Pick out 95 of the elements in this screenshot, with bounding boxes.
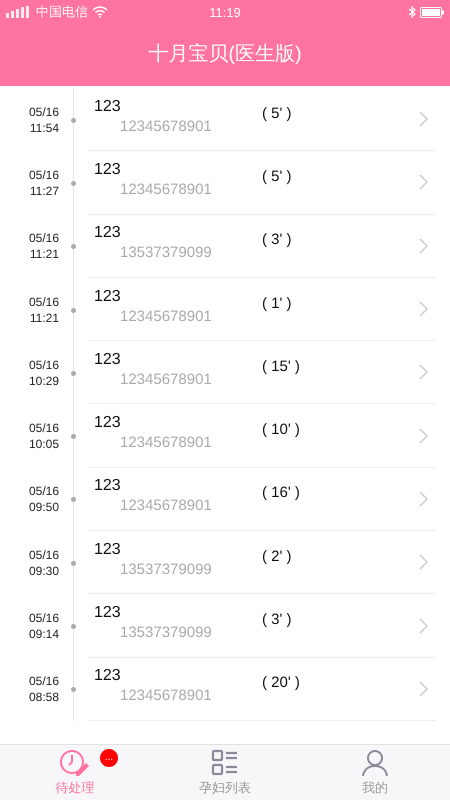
record-item[interactable]: 123 12345678901 ( 5' ) (88, 151, 436, 215)
timeline-dot (71, 370, 76, 376)
tab[interactable]: 待处理 ... (0, 745, 150, 800)
record-item[interactable]: 123 13537379099 ( 3' ) (88, 594, 436, 658)
record-time: 09:14 (28, 626, 59, 642)
chevron-right-icon (418, 111, 428, 128)
record-time: 11:27 (30, 182, 59, 199)
chevron-right-icon (418, 238, 428, 254)
record-time: 08:58 (28, 689, 59, 706)
patient-name: 123 (94, 350, 122, 369)
record-time: 09:50 (28, 499, 59, 516)
timeline-dot (71, 687, 76, 692)
record-time: 11:21 (30, 310, 59, 326)
clock-time: 11:19 (209, 4, 241, 20)
record-date: 05/16 (28, 610, 59, 626)
duration: ( 5' ) (262, 104, 292, 122)
record-time: 11:54 (30, 120, 59, 136)
phone-number: 12345678901 (119, 687, 213, 704)
bluetooth-icon (408, 6, 416, 18)
record-date: 05/16 (28, 483, 59, 500)
app-title: 十月宝贝(医生版) (147, 42, 303, 66)
timeline-dot (71, 118, 76, 123)
tab-label: 我的 (362, 778, 388, 796)
record-date: 05/16 (28, 673, 59, 690)
duration: ( 10' ) (262, 421, 300, 438)
record-date: 05/16 (28, 546, 59, 563)
record-item[interactable]: 123 12345678901 ( 20' ) (88, 658, 436, 721)
timeline-dot (71, 308, 76, 313)
record-item[interactable]: 123 12345678901 ( 16' ) (88, 468, 436, 532)
tab-label: 待处理 (56, 778, 94, 796)
duration: ( 15' ) (262, 358, 300, 375)
phone-number: 12345678901 (119, 434, 213, 452)
patient-name: 123 (94, 414, 122, 432)
record-time: 09:30 (28, 562, 59, 579)
wifi-icon (92, 6, 108, 18)
carrier-name: 中国电信 (36, 3, 88, 21)
tab-label: 孕妇列表 (199, 778, 251, 796)
chevron-right-icon (418, 364, 428, 380)
chevron-right-icon (418, 301, 428, 318)
record-item[interactable]: 123 12345678901 ( 15' ) (88, 341, 436, 404)
phone-number: 12345678901 (119, 308, 213, 325)
phone-number: 12345678901 (119, 180, 213, 198)
notification-badge: ... (100, 749, 118, 767)
chevron-right-icon (418, 618, 428, 634)
record-time: 11:21 (30, 246, 59, 262)
phone-number: 12345678901 (119, 118, 213, 135)
signal-icon (6, 6, 32, 18)
phone-number: 12345678901 (119, 497, 213, 514)
timeline-dot (71, 624, 76, 630)
record-item[interactable]: 123 12345678901 ( 5' ) (88, 88, 436, 152)
duration: ( 20' ) (262, 674, 300, 692)
timeline-dot (71, 560, 76, 566)
duration: ( 16' ) (262, 484, 300, 502)
chevron-right-icon (418, 554, 428, 570)
record-date: 05/16 (28, 166, 59, 183)
list-icon (211, 748, 239, 776)
chevron-right-icon (418, 490, 428, 507)
chevron-right-icon (418, 680, 428, 697)
duration: ( 2' ) (262, 548, 292, 565)
chevron-right-icon (418, 428, 428, 444)
phone-number: 13537379099 (119, 560, 213, 578)
phone-number: 12345678901 (119, 370, 213, 388)
timeline-dot (71, 180, 76, 186)
record-item[interactable]: 123 12345678901 ( 1' ) (88, 278, 436, 342)
duration: ( 1' ) (262, 294, 292, 312)
record-item[interactable]: 123 13537379099 ( 2' ) (88, 531, 436, 594)
patient-name: 123 (94, 540, 122, 559)
patient-name: 123 (94, 224, 122, 242)
battery-icon (420, 6, 444, 18)
record-time: 10:29 (28, 372, 59, 389)
patient-name: 123 (94, 667, 122, 686)
clock-pencil-icon (59, 748, 91, 776)
patient-name: 123 (94, 288, 122, 306)
user-icon (361, 748, 389, 776)
record-item[interactable]: 123 13537379099 ( 3' ) (88, 214, 436, 278)
timeline-dot (71, 434, 76, 440)
phone-number: 13537379099 (119, 624, 213, 642)
record-date: 05/16 (28, 294, 59, 310)
timeline-dot (71, 244, 76, 250)
record-date: 05/16 (28, 104, 59, 120)
patient-name: 123 (94, 98, 122, 116)
chevron-right-icon (418, 174, 428, 190)
timeline-dot (71, 497, 76, 502)
duration: ( 5' ) (262, 168, 292, 185)
patient-name: 123 (94, 160, 122, 179)
record-time: 10:05 (28, 436, 59, 452)
patient-name: 123 (94, 604, 122, 622)
record-item[interactable]: 123 12345678901 ( 10' ) (88, 404, 436, 468)
duration: ( 3' ) (262, 611, 292, 628)
record-date: 05/16 (28, 230, 59, 246)
duration: ( 3' ) (262, 231, 292, 248)
phone-number: 13537379099 (119, 244, 213, 262)
record-date: 05/16 (28, 420, 59, 436)
record-date: 05/16 (28, 356, 59, 373)
patient-name: 123 (94, 477, 122, 496)
